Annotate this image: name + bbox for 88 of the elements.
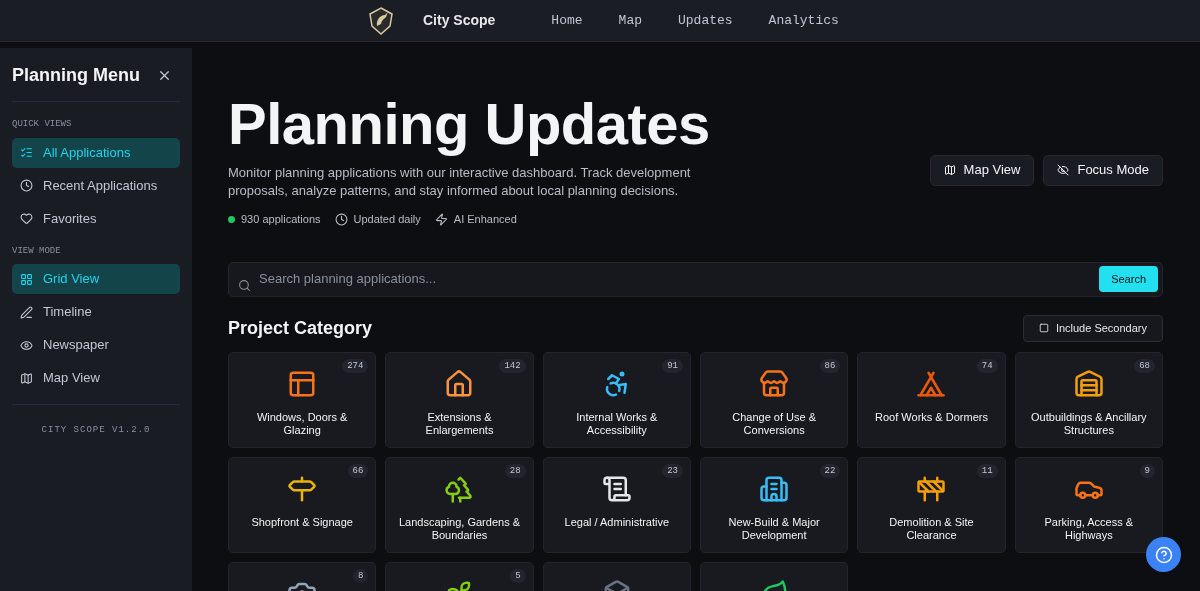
category-card[interactable]: 74 Roof Works & Dormers xyxy=(857,351,1006,448)
nav-link[interactable]: Home xyxy=(551,10,583,31)
section-heading: QUICK VIEWS xyxy=(12,118,73,131)
search-field[interactable]: Search planning applications... Search xyxy=(228,261,1163,297)
sidebar-item[interactable]: Recent Applications xyxy=(12,170,180,201)
section-title: Project Category xyxy=(228,316,373,340)
category-card[interactable]: 274 Windows, Doors & Glazing xyxy=(228,351,377,448)
sidebar-title: Planning Menu xyxy=(12,64,140,87)
logo-icon xyxy=(368,5,394,36)
category-label: Shopfront & Signage xyxy=(250,515,354,529)
category-card[interactable]: 22 New-Build & Major Development xyxy=(700,456,849,553)
category-label: Outbuildings & Ancillary Structures xyxy=(1030,410,1148,437)
checklist-icon xyxy=(20,146,33,159)
category-label: New-Build & Major Development xyxy=(727,515,821,542)
sidebar-item[interactable]: Map View xyxy=(12,363,180,393)
sidebar-item[interactable]: All Applications xyxy=(12,137,180,168)
count-badge: 11 xyxy=(976,463,998,478)
sidebar-item[interactable]: Timeline xyxy=(12,297,180,327)
count-badge: 5 xyxy=(510,568,526,583)
count-badge: 66 xyxy=(347,463,369,478)
count-badge: 142 xyxy=(499,358,526,373)
sidebar-item[interactable]: Newspaper xyxy=(12,330,180,360)
clock-icon xyxy=(20,179,33,192)
category-card[interactable]: 68 Outbuildings & Ancillary Structures xyxy=(1014,351,1163,448)
category-label: Parking, Access & Highways xyxy=(1043,515,1135,542)
category-label: Extensions & Enlargements xyxy=(424,410,495,437)
category-card[interactable]: 8 xyxy=(228,561,377,591)
count-badge: 22 xyxy=(819,463,841,478)
category-label: Change of Use & Conversions xyxy=(731,410,818,437)
grid-icon xyxy=(20,272,33,286)
page-description: Monitor planning applications with our interactive dashboard. Track development proposals, analyze patterns, and stay informed about local planning decisions. xyxy=(228,164,692,200)
nav-link[interactable]: Analytics xyxy=(768,10,839,31)
count-badge: 68 xyxy=(1134,358,1155,373)
page-title: Planning Updates xyxy=(228,92,710,156)
count-badge: 91 xyxy=(662,358,683,373)
count-badge: 86 xyxy=(819,358,841,373)
trees-icon xyxy=(444,473,475,504)
close-icon[interactable] xyxy=(157,68,172,83)
eye-icon xyxy=(20,338,33,352)
house-icon xyxy=(444,368,475,399)
count-badge: 274 xyxy=(342,358,369,373)
category-label: Internal Works & Accessibility xyxy=(575,410,659,437)
help-button[interactable] xyxy=(1146,537,1181,572)
category-card[interactable]: 9 Parking, Access & Highways xyxy=(1014,456,1163,553)
map-icon xyxy=(20,371,33,385)
sidebar-item[interactable]: Favorites xyxy=(12,203,180,234)
category-card[interactable]: 91 Internal Works & Accessibility xyxy=(542,351,691,448)
help-icon xyxy=(1154,545,1173,564)
category-card[interactable]: 142 Extensions & Enlargements xyxy=(385,351,534,448)
sidebar-item[interactable]: Grid View xyxy=(12,264,180,294)
count-badge: 8 xyxy=(352,568,369,583)
checkbox-icon xyxy=(1038,323,1049,333)
clock-icon xyxy=(334,212,348,226)
section-heading: VIEW MODE xyxy=(12,244,62,258)
search-button[interactable]: Search xyxy=(1099,266,1158,292)
count-badge: 9 xyxy=(1139,463,1155,478)
count-badge: 23 xyxy=(662,463,683,478)
category-label: Legal / Administrative xyxy=(563,515,671,529)
search-icon xyxy=(238,278,251,292)
category-card[interactable]: 86 Change of Use & Conversions xyxy=(700,351,849,448)
nav-link[interactable]: Map xyxy=(618,10,642,31)
bolt-icon xyxy=(434,212,448,226)
map-view-button[interactable]: Map View xyxy=(929,154,1035,186)
brand-name: City Scope xyxy=(423,11,496,30)
count-badge: 28 xyxy=(504,463,526,478)
pen-icon xyxy=(20,305,33,319)
include-secondary-toggle[interactable]: Include Secondary xyxy=(1022,314,1163,342)
category-card[interactable]: 28 Landscaping, Gardens & Boundaries xyxy=(385,456,534,553)
shop-icon xyxy=(759,368,790,399)
version-label: CITY SCOPE V1.2.0 xyxy=(41,425,151,435)
category-label: Roof Works & Dormers xyxy=(874,410,989,424)
category-label: Windows, Doors & Glazing xyxy=(255,410,349,437)
stat-label: 930 applications xyxy=(241,212,321,227)
shed-icon xyxy=(1073,368,1104,399)
eye-off-icon xyxy=(1057,164,1070,176)
nav-link[interactable]: Updates xyxy=(678,10,733,31)
category-label: Landscaping, Gardens & Boundaries xyxy=(397,515,522,542)
category-card[interactable]: 11 Demolition & Site Clearance xyxy=(857,456,1006,553)
map-icon xyxy=(943,164,956,176)
category-card[interactable]: 66 Shopfront & Signage xyxy=(228,456,377,553)
category-label: Demolition & Site Clearance xyxy=(888,515,975,542)
focus-mode-button[interactable]: Focus Mode xyxy=(1043,154,1163,186)
heart-icon xyxy=(20,212,33,225)
category-card[interactable]: 23 Legal / Administrative xyxy=(542,456,691,553)
stat-label: Updated daily xyxy=(353,212,421,227)
category-card[interactable]: 5 xyxy=(385,561,534,591)
count-badge: 74 xyxy=(976,358,998,373)
stat-label: AI Enhanced xyxy=(453,212,517,227)
